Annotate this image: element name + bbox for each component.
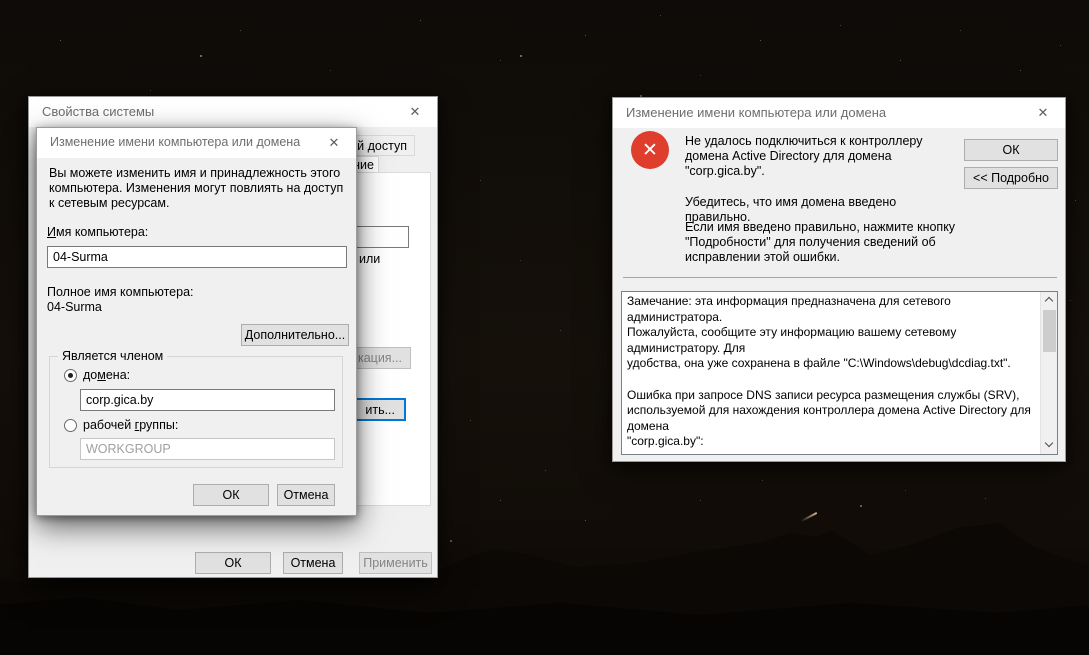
label-rest: руппы: <box>139 418 179 432</box>
full-computer-name-value: 04-Surma <box>47 300 102 314</box>
full-computer-name-label: Полное имя компьютера: <box>47 285 194 299</box>
error-icon: ✕ <box>631 131 669 169</box>
workgroup-radio[interactable] <box>64 419 77 432</box>
computer-name-input[interactable] <box>47 246 347 268</box>
error-dialog-titlebar[interactable]: Изменение имени компьютера или домена ✕ <box>613 98 1065 128</box>
accel-key: И <box>47 225 56 239</box>
rename-dialog-titlebar[interactable]: Изменение имени компьютера или домена ✕ <box>37 128 356 158</box>
button-label: ОК <box>1002 143 1020 157</box>
scroll-up-icon[interactable] <box>1041 292 1058 309</box>
button-label: кация... <box>357 351 402 365</box>
scrollbar-thumb[interactable] <box>1043 310 1056 352</box>
window-title: Изменение имени компьютера или домена <box>626 105 887 120</box>
button-label: ОК <box>222 488 240 502</box>
label-rest: ена: <box>105 368 131 382</box>
button-label: Отмена <box>283 488 329 502</box>
cancel-button[interactable]: Отмена <box>283 552 343 574</box>
ok-button[interactable]: ОК <box>193 484 269 506</box>
button-label: ить... <box>365 402 395 417</box>
button-label: Дополнительно... <box>245 328 345 342</box>
apply-button[interactable]: Применить <box>359 552 432 574</box>
error-dialog-window: Изменение имени компьютера или домена ✕ … <box>612 97 1066 462</box>
separator <box>623 277 1057 278</box>
cancel-button[interactable]: Отмена <box>277 484 335 506</box>
window-title: Изменение имени компьютера или домена <box>50 135 301 149</box>
domain-input[interactable] <box>80 389 335 411</box>
workgroup-input[interactable] <box>80 438 335 460</box>
accel-key: м <box>97 368 106 382</box>
label-rest: мя компьютера: <box>55 225 149 239</box>
domain-radio[interactable] <box>64 369 77 382</box>
scroll-down-icon[interactable] <box>1041 437 1058 454</box>
label-pre: до <box>83 368 98 382</box>
details-box: Замечание: эта информация предназначена … <box>621 291 1058 455</box>
window-title: Свойства системы <box>42 104 155 119</box>
error-glyph: ✕ <box>642 139 658 161</box>
button-label: Отмена <box>290 556 336 570</box>
or-text: или <box>359 252 381 266</box>
error-message-3: Если имя введено правильно, нажмите кноп… <box>685 220 956 264</box>
domain-radio-label: домена: <box>83 368 130 382</box>
member-of-label: Является членом <box>58 349 168 363</box>
details-text[interactable]: Замечание: эта информация предназначена … <box>622 292 1040 454</box>
button-label: Применить <box>363 556 428 570</box>
vertical-scrollbar[interactable] <box>1040 292 1057 454</box>
member-of-group: Является членом домена: рабочей группы: <box>49 349 343 468</box>
starfield-bright <box>0 0 2 2</box>
workgroup-radio-label: рабочей группы: <box>83 418 178 432</box>
computer-name-label: Имя компьютера: <box>47 225 148 239</box>
ok-button[interactable]: ОК <box>964 139 1058 161</box>
label-rest: ополнительно... <box>253 328 346 342</box>
system-properties-titlebar[interactable]: Свойства системы ✕ <box>29 97 437 127</box>
close-icon[interactable]: ✕ <box>1021 98 1065 127</box>
close-icon[interactable]: ✕ <box>312 128 356 157</box>
dialog-description: Вы можете изменить имя и принадлежность … <box>49 166 344 210</box>
close-icon[interactable]: ✕ <box>393 97 437 126</box>
button-label: << Подробно <box>973 171 1049 185</box>
label-pre: рабочей <box>83 418 135 432</box>
more-button[interactable]: Дополнительно... <box>241 324 349 346</box>
rename-dialog-window: Изменение имени компьютера или домена ✕ … <box>36 127 357 516</box>
ok-button[interactable]: ОК <box>195 552 271 574</box>
button-label: ОК <box>224 556 242 570</box>
details-toggle-button[interactable]: << Подробно <box>964 167 1058 189</box>
error-message-1: Не удалось подключиться к контроллеру до… <box>685 134 923 178</box>
